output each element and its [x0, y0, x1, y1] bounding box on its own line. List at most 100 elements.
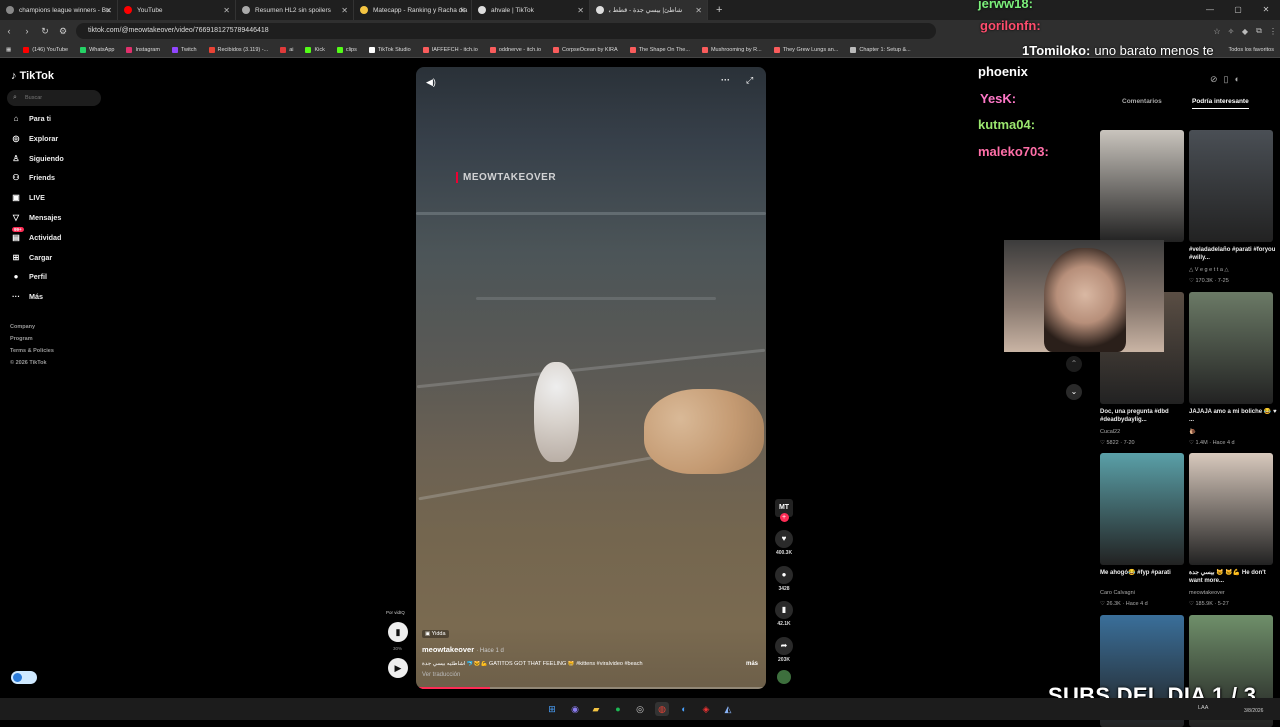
close-icon[interactable]: ✕ — [105, 6, 112, 15]
bookmark-item[interactable]: Mushrooming by R... — [696, 46, 768, 53]
recommended-video-thumbnail[interactable] — [1189, 453, 1273, 565]
video-author[interactable]: meowtakeover — [1189, 590, 1225, 596]
sidebar-item-cargar[interactable]: ⊞ Cargar — [10, 253, 53, 262]
footer-link[interactable]: Terms & Policies — [10, 348, 54, 354]
chat-toggle[interactable] — [11, 671, 37, 684]
bookmark-item[interactable]: Kick — [299, 46, 330, 53]
windows-start-icon[interactable]: ⊞ — [545, 702, 559, 716]
bookmark-item[interactable]: clips — [331, 46, 363, 53]
volume-icon[interactable]: ◀) — [426, 77, 436, 88]
folder-icon[interactable]: ▰ — [589, 702, 603, 716]
bookmark-item[interactable]: IAFFEFCH - itch.io — [417, 46, 484, 53]
forward-icon[interactable]: › — [18, 26, 36, 36]
like-action[interactable]: ♥ 400.3K — [775, 530, 793, 556]
close-window-icon[interactable]: ✕ — [1252, 0, 1280, 20]
bookmark-item[interactable]: CorpseOcean by KIRA — [547, 46, 624, 53]
bookmark-item[interactable]: WhatsApp — [74, 46, 120, 53]
close-icon[interactable]: ✕ — [695, 6, 702, 15]
browser-tab[interactable]: شاطئ| بيسي جدة - قطط ﺑ ✕ — [590, 0, 708, 20]
minimize-icon[interactable]: — — [1196, 0, 1224, 20]
bookmark-item[interactable]: ai — [274, 46, 299, 53]
browser-tab[interactable]: Resumen HL2 sin spoilers ✕ — [236, 0, 354, 20]
search-input[interactable]: ⌕ Buscar — [7, 90, 101, 106]
sidebar-item-live[interactable]: ▣ LIVE — [10, 193, 45, 202]
url-input[interactable]: tiktok.com/@meowtakeover/video/766918127… — [76, 23, 936, 39]
reload-icon[interactable]: ↻ — [36, 26, 54, 37]
video-player[interactable]: MEOWTAKEOVER ◀) ··· ⤢ ▣ Yidda meowtakeov… — [416, 67, 766, 689]
browser-tab[interactable]: champions league winners - Bu ✕ — [0, 0, 118, 20]
video-caption[interactable]: ﺑﻴﺴﻲ ﺟﺪﺓ 😺 🐱💪 He don't want more... — [1189, 569, 1279, 585]
bookmark-item[interactable]: They Grew Lungs an... — [768, 46, 845, 53]
chrome-icon[interactable]: ◍ — [655, 702, 669, 716]
sidebar-item-para-ti[interactable]: ⌂ Para ti — [10, 114, 51, 123]
save-action[interactable]: ▮ 42.1K — [775, 601, 793, 627]
video-author[interactable]: Caro Calvagni — [1100, 590, 1135, 596]
recommended-video-thumbnail[interactable] — [1100, 453, 1184, 565]
scroll-down-icon[interactable]: ⌄ — [1066, 384, 1082, 400]
sound-disc-icon[interactable] — [777, 670, 791, 684]
bookmark-item[interactable]: TikTok Studio — [363, 46, 417, 53]
menu-icon[interactable]: ⋮ — [1266, 27, 1280, 36]
bookmark-item[interactable]: Recibidos (3.119) -... — [203, 46, 275, 53]
sidebar-item-siguiendo[interactable]: ♙ Siguiendo — [10, 154, 63, 163]
block-icon[interactable]: ⊘ — [1210, 74, 1218, 85]
clock-date[interactable]: 3/8/2026 — [1244, 708, 1263, 714]
tab-interesting[interactable]: Podría interesante — [1192, 98, 1249, 109]
app-icon[interactable]: ◈ — [699, 702, 713, 716]
language-indicator[interactable]: LAA — [1198, 705, 1208, 711]
sidebar-item-m-s[interactable]: ··· Más — [10, 292, 43, 301]
obs-icon[interactable]: ◎ — [633, 702, 647, 716]
translation-link[interactable]: Ver traducción — [422, 672, 460, 678]
video-author[interactable]: 🐌 — [1189, 429, 1196, 435]
puzzle-icon[interactable]: ⧉ — [1252, 26, 1266, 36]
footer-link[interactable]: Company — [10, 324, 35, 330]
stats-button[interactable]: ▮ — [388, 622, 408, 642]
close-icon[interactable]: ✕ — [577, 6, 584, 15]
bookmark-item[interactable]: Twitch — [166, 46, 203, 53]
video-progress-bar[interactable] — [416, 687, 766, 689]
video-caption[interactable]: Me ahogó😂 #fyp #parati — [1100, 569, 1190, 577]
close-icon[interactable]: ✕ — [459, 6, 466, 15]
browser-tab[interactable]: ahvale | TikTok ✕ — [472, 0, 590, 20]
author-name[interactable]: meowtakeover — [422, 645, 474, 654]
bookmark-item[interactable]: The Shape On The... — [624, 46, 696, 53]
device-icon[interactable]: ▯ — [1224, 74, 1229, 85]
discord-icon[interactable]: ◉ — [568, 702, 582, 716]
all-bookmarks-link[interactable]: Todos los favoritos — [1222, 47, 1280, 53]
more-options-icon[interactable]: ··· — [721, 75, 730, 85]
sidebar-item-friends[interactable]: ⚇ Friends — [10, 173, 55, 182]
extension-icon[interactable]: ✧ — [1224, 27, 1238, 36]
bookmark-item[interactable]: oddnerve - itch.io — [484, 46, 547, 53]
scroll-up-icon[interactable]: ⌃ — [1066, 356, 1082, 372]
site-info-icon[interactable]: ⚙ — [54, 26, 72, 37]
sidebar-item-perfil[interactable]: ● Perfil — [10, 272, 47, 281]
bookmark-item[interactable]: (146) YouTube — [17, 46, 74, 53]
video-author[interactable]: △ V e g e t t a △ — [1189, 267, 1229, 273]
close-icon[interactable]: ✕ — [341, 6, 348, 15]
follow-plus-icon[interactable]: + — [779, 513, 789, 522]
sidebar-item-actividad[interactable]: ▤ Actividad 99+ — [10, 226, 61, 242]
recommended-video-thumbnail[interactable] — [1189, 130, 1273, 242]
share-action[interactable]: ➦ 203K — [775, 636, 793, 663]
bookmark-star-icon[interactable]: ☆ — [1210, 27, 1224, 36]
sidebar-item-mensajes[interactable]: ▽ Mensajes — [10, 213, 61, 222]
new-tab-button[interactable]: + — [708, 4, 730, 16]
recommended-video-thumbnail[interactable] — [1189, 291, 1273, 404]
video-caption[interactable]: JAJAJA amo a mi boliche 😂 ♥ ... — [1189, 408, 1279, 424]
steam-icon[interactable]: ◭ — [721, 702, 735, 716]
tiktok-logo[interactable]: ♪ TikTok — [11, 70, 54, 82]
spotify-icon[interactable]: ● — [611, 702, 625, 716]
footer-link[interactable]: Program — [10, 336, 33, 342]
video-author[interactable]: Cucal22 — [1100, 429, 1120, 435]
close-icon[interactable]: ✕ — [223, 6, 230, 15]
recommended-video-thumbnail[interactable] — [1100, 130, 1184, 242]
more-link[interactable]: más — [746, 661, 758, 667]
play-button[interactable]: ▶ — [388, 658, 408, 678]
sidebar-item-explorar[interactable]: ◎ Explorar — [10, 134, 59, 143]
edge-icon[interactable]: ◐ — [677, 702, 691, 716]
browser-tab[interactable]: YouTube ✕ — [118, 0, 236, 20]
back-icon[interactable]: ‹ — [0, 26, 18, 36]
tab-comments[interactable]: Comentarios — [1122, 98, 1162, 105]
video-caption[interactable]: #veladadelaño #parati #foryou #willy... — [1189, 246, 1279, 262]
maximize-icon[interactable]: ▢ — [1224, 0, 1252, 20]
